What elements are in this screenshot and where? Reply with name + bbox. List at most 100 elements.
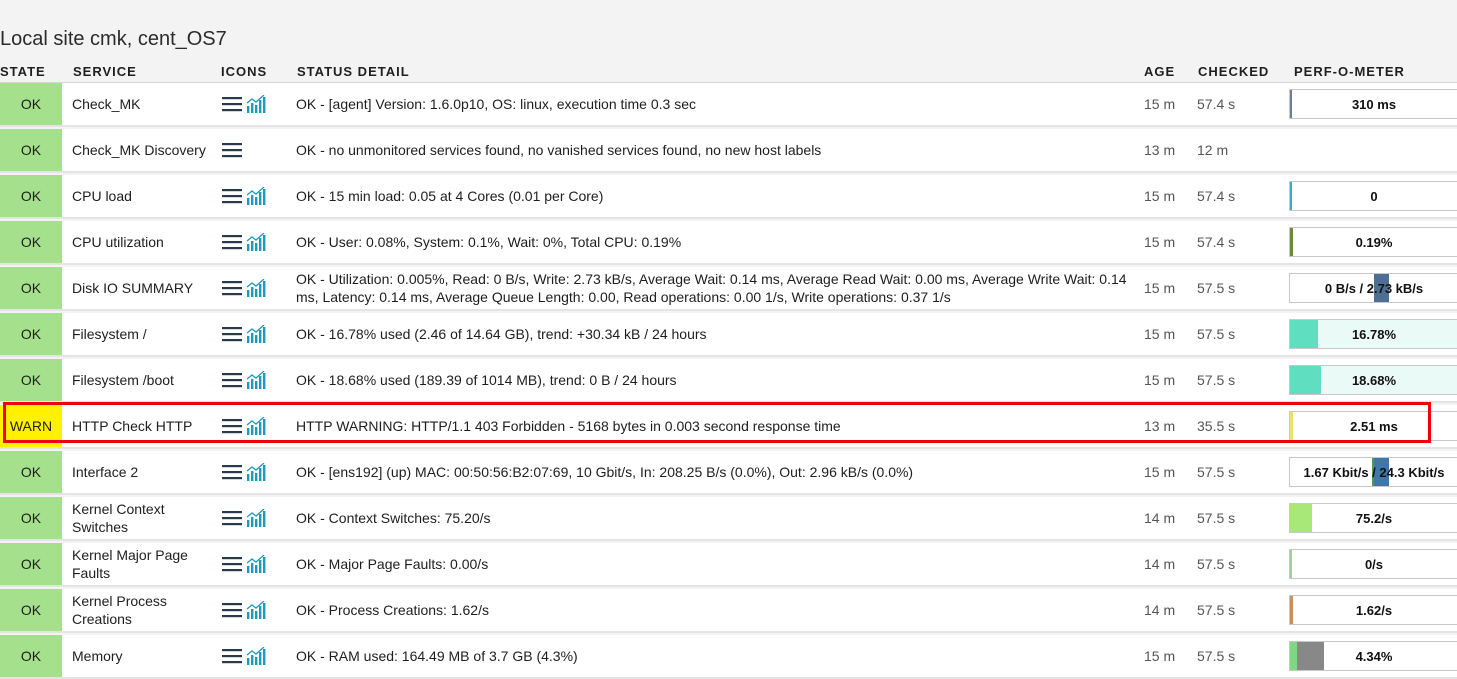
status-detail: OK - 18.68% used (189.39 of 1014 MB), tr… xyxy=(296,372,677,388)
status-detail: OK - User: 0.08%, System: 0.1%, Wait: 0%… xyxy=(296,234,682,250)
service-name-link[interactable]: Interface 2 xyxy=(72,451,212,493)
column-header-perf-o-meter[interactable]: PERF-O-METER xyxy=(1294,64,1405,79)
service-name-link[interactable]: Check_MK Discovery xyxy=(72,129,212,171)
service-name-link[interactable]: Kernel Context Switches xyxy=(72,497,212,539)
column-header-service[interactable]: SERVICE xyxy=(73,64,137,79)
perf-graph-icon[interactable] xyxy=(246,601,266,619)
state-badge: OK xyxy=(0,313,62,355)
age-value: 14 m xyxy=(1144,510,1176,526)
perf-o-meter-value: 0/s xyxy=(1364,556,1384,572)
table-row[interactable]: OK Interface 2 OK - [ens192] (up) MAC: 00:… xyxy=(0,451,1457,495)
table-row[interactable]: WARN HTTP Check HTTP HTTP WARNING: HTTP/1.… xyxy=(0,405,1457,449)
perf-graph-icon[interactable] xyxy=(246,233,266,251)
perf-o-meter[interactable]: 18.68% xyxy=(1289,365,1457,395)
service-icons xyxy=(222,543,282,585)
service-name-link[interactable]: HTTP Check HTTP xyxy=(72,405,212,447)
perf-graph-icon[interactable] xyxy=(246,187,266,205)
perf-o-meter[interactable]: 310 ms xyxy=(1289,89,1457,119)
service-name-link[interactable]: Check_MK xyxy=(72,83,212,125)
hamburger-menu-icon[interactable] xyxy=(222,463,242,481)
state-badge: WARN xyxy=(0,405,62,447)
status-detail: OK - [ens192] (up) MAC: 00:50:56:B2:07:6… xyxy=(296,464,914,480)
hamburger-menu-icon[interactable] xyxy=(222,187,242,205)
age-value: 14 m xyxy=(1144,602,1176,618)
perf-graph-icon[interactable] xyxy=(246,647,266,665)
column-header-status-detail[interactable]: STATUS DETAIL xyxy=(297,64,410,79)
service-name-link[interactable]: CPU load xyxy=(72,175,212,217)
checked-value: 57.5 s xyxy=(1197,326,1236,342)
perf-o-meter[interactable]: 0 xyxy=(1289,181,1457,211)
state-badge: OK xyxy=(0,497,62,539)
hamburger-menu-icon[interactable] xyxy=(222,279,242,297)
checked-value: 57.4 s xyxy=(1197,96,1236,112)
checked-value: 57.5 s xyxy=(1197,464,1236,480)
hamburger-menu-icon[interactable] xyxy=(222,509,242,527)
service-name-link[interactable]: Kernel Process Creations xyxy=(72,589,212,631)
age-value: 14 m xyxy=(1144,556,1176,572)
status-detail: OK - Major Page Faults: 0.00/s xyxy=(296,556,489,572)
hamburger-menu-icon[interactable] xyxy=(222,555,242,573)
hamburger-menu-icon[interactable] xyxy=(222,647,242,665)
perf-graph-icon[interactable] xyxy=(246,95,266,113)
age-value: 15 m xyxy=(1144,280,1176,296)
service-icons xyxy=(222,313,282,355)
perf-o-meter[interactable]: 0 B/s / 2.73 kB/s xyxy=(1289,273,1457,303)
perf-o-meter-value: 1.62/s xyxy=(1355,602,1393,618)
perf-graph-icon[interactable] xyxy=(246,509,266,527)
hamburger-menu-icon[interactable] xyxy=(222,325,242,343)
table-row[interactable]: OK Kernel Process Creations OK - Process C… xyxy=(0,589,1457,633)
perf-o-meter[interactable]: 0.19% xyxy=(1289,227,1457,257)
hamburger-menu-icon[interactable] xyxy=(222,233,242,251)
service-name-link[interactable]: Memory xyxy=(72,635,212,677)
table-row[interactable]: OK CPU load OK - 15 min load: 0.05 at 4 Co… xyxy=(0,175,1457,219)
table-row[interactable]: OK Memory OK - RAM used: 164.49 MB of 3.7 … xyxy=(0,635,1457,679)
hamburger-menu-icon[interactable] xyxy=(222,417,242,435)
age-value: 15 m xyxy=(1144,372,1176,388)
perf-o-meter[interactable]: 1.62/s xyxy=(1289,595,1457,625)
table-row[interactable]: OK Kernel Context Switches OK - Context Sw… xyxy=(0,497,1457,541)
service-name-link[interactable]: Kernel Major Page Faults xyxy=(72,543,212,585)
hamburger-menu-icon[interactable] xyxy=(222,141,242,159)
table-row[interactable]: OK Disk IO SUMMARY OK - Utilization: 0.005… xyxy=(0,267,1457,311)
checked-value: 12 m xyxy=(1197,142,1229,158)
service-name-link[interactable]: CPU utilization xyxy=(72,221,212,263)
checked-value: 57.5 s xyxy=(1197,372,1236,388)
perf-o-meter-value: 0 B/s / 2.73 kB/s xyxy=(1324,280,1424,296)
perf-graph-icon[interactable] xyxy=(246,417,266,435)
perf-graph-icon[interactable] xyxy=(246,279,266,297)
age-value: 15 m xyxy=(1144,326,1176,342)
column-header-icons: ICONS xyxy=(221,64,268,79)
table-row[interactable]: OK CPU utilization OK - User: 0.08%, Syste… xyxy=(0,221,1457,265)
perf-o-meter[interactable]: 4.34% xyxy=(1289,641,1457,671)
perf-o-meter[interactable]: 1.67 Kbit/s / 24.3 Kbit/s xyxy=(1289,457,1457,487)
table-row[interactable]: OK Kernel Major Page Faults OK - Major Pag… xyxy=(0,543,1457,587)
table-row[interactable]: OK Check_MK OK - [agent] Version: 1.6.0p10… xyxy=(0,83,1457,127)
table-row[interactable]: OK Filesystem / OK - 16.78% used (2.46 of … xyxy=(0,313,1457,357)
perf-o-meter[interactable]: 16.78% xyxy=(1289,319,1457,349)
perf-o-meter-value: 18.68% xyxy=(1351,372,1397,388)
column-header-age[interactable]: AGE xyxy=(1144,64,1175,79)
column-header-checked[interactable]: CHECKED xyxy=(1198,64,1269,79)
column-header-state[interactable]: STATE xyxy=(0,64,46,79)
service-icons xyxy=(222,589,282,631)
hamburger-menu-icon[interactable] xyxy=(222,371,242,389)
perf-o-meter[interactable]: 0/s xyxy=(1289,549,1457,579)
perf-graph-icon[interactable] xyxy=(246,555,266,573)
state-badge: OK xyxy=(0,175,62,217)
hamburger-menu-icon[interactable] xyxy=(222,95,242,113)
hamburger-menu-icon[interactable] xyxy=(222,601,242,619)
table-row[interactable]: OK Check_MK Discovery OK - no unmonitored … xyxy=(0,129,1457,173)
age-value: 15 m xyxy=(1144,464,1176,480)
checked-value: 57.4 s xyxy=(1197,188,1236,204)
perf-graph-icon[interactable] xyxy=(246,463,266,481)
checked-value: 57.4 s xyxy=(1197,234,1236,250)
service-icons xyxy=(222,267,282,309)
service-name-link[interactable]: Filesystem / xyxy=(72,313,212,355)
table-row[interactable]: OK Filesystem /boot OK - 18.68% used (189.… xyxy=(0,359,1457,403)
perf-graph-icon[interactable] xyxy=(246,325,266,343)
perf-graph-icon[interactable] xyxy=(246,371,266,389)
service-name-link[interactable]: Disk IO SUMMARY xyxy=(72,267,212,309)
perf-o-meter[interactable]: 2.51 ms xyxy=(1289,411,1457,441)
service-name-link[interactable]: Filesystem /boot xyxy=(72,359,212,401)
perf-o-meter[interactable]: 75.2/s xyxy=(1289,503,1457,533)
